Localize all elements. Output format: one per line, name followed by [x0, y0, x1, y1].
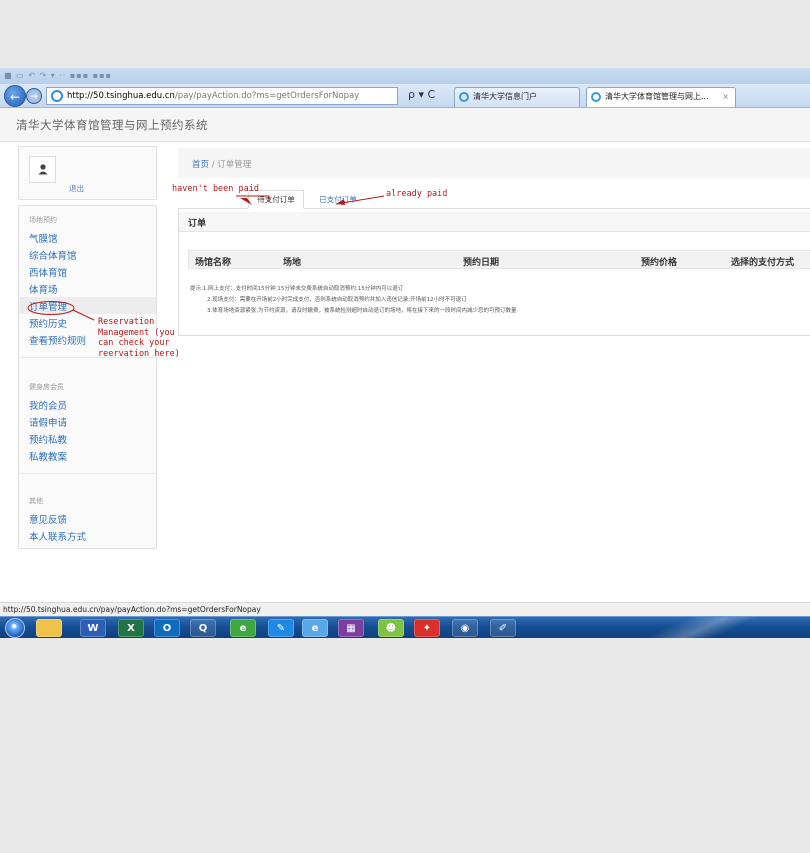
app-icon[interactable]: ▦: [338, 619, 364, 637]
breadcrumb-home-link[interactable]: 首页: [192, 160, 209, 170]
notice-line-2: 2.现场支付：需要在开场前2小时完成支付，否则系统自动取消预约并加入违信记录;开…: [207, 297, 467, 303]
forward-button[interactable]: →: [26, 88, 42, 104]
site-header: 清华大学体育馆管理与网上预约系统: [0, 108, 810, 142]
column-venue: 场馆名称: [195, 258, 232, 268]
folder-icon[interactable]: [36, 619, 62, 637]
ie-icon: [591, 92, 601, 102]
notice-line-1: 提示:1.网上支付：支付时间15分钟,15分钟未交费系统自动取消预约;15分钟内…: [190, 286, 404, 292]
screenshot: ■ ▭ ↶ ↷ ▾ ·· ▪▪▪ ▪▪▪ ← → http://50.tsing…: [0, 68, 810, 638]
orders-panel: 订单 场馆名称 场地 预约日期 预约价格 选择的支付方式 提示:1.网上支付：支…: [178, 208, 810, 336]
address-bar[interactable]: http://50.tsinghua.edu.cn/pay/payAction.…: [46, 87, 398, 105]
column-date: 预约日期: [463, 258, 500, 268]
tab-label: 清华大学体育馆管理与网上...: [605, 92, 709, 101]
quick-access-toolbar: ■ ▭ ↶ ↷ ▾ ·· ▪▪▪ ▪▪▪: [4, 71, 112, 80]
divider: [19, 473, 156, 474]
column-price: 预约价格: [641, 258, 678, 268]
menu-heading: 场地预约: [29, 216, 57, 224]
sidebar-item-stadium[interactable]: 体育场: [29, 282, 58, 296]
ie-icon[interactable]: e: [230, 619, 256, 637]
logout-link[interactable]: 退出: [69, 183, 84, 194]
panel-title: 订单: [188, 219, 207, 229]
url-path: /pay/payAction.do?ms=getOrdersForNopay: [174, 91, 360, 101]
paint-icon[interactable]: ✐: [490, 619, 516, 637]
ie-icon: [459, 92, 469, 102]
app-icon[interactable]: ◉: [452, 619, 478, 637]
sidebar-item-my-membership[interactable]: 我的会员: [29, 398, 67, 412]
browser-tab-active[interactable]: 清华大学体育馆管理与网上... ×: [586, 87, 736, 107]
taskbar-sheen: [600, 617, 810, 638]
column-court: 场地: [283, 258, 302, 268]
sidebar-item-trainer-plans[interactable]: 私教教案: [29, 449, 67, 463]
menu-heading: 其他: [29, 497, 43, 505]
app-icon[interactable]: ✎: [268, 619, 294, 637]
ie-icon: [51, 90, 63, 102]
wechat-icon[interactable]: ☻: [378, 619, 404, 637]
windows-taskbar: W X O Q e ✎ e ▦ ☻ ✦ ◉ ✐: [0, 616, 810, 638]
tab-paid-orders[interactable]: 已支付订单: [310, 192, 366, 208]
window-titlebar: ■ ▭ ↶ ↷ ▾ ·· ▪▪▪ ▪▪▪: [0, 68, 810, 84]
tab-label: 清华大学信息门户: [473, 92, 537, 101]
start-orb[interactable]: [5, 618, 25, 638]
sidebar-item-feedback[interactable]: 意见反馈: [29, 512, 67, 526]
browser-tab-portal[interactable]: 清华大学信息门户: [454, 87, 580, 107]
search-refresh-buttons[interactable]: ρ ▾ C: [408, 88, 435, 101]
sidebar-item-leave-request[interactable]: 请假申请: [29, 415, 67, 429]
outlook-icon[interactable]: O: [154, 619, 180, 637]
status-bar: http://50.tsinghua.edu.cn/pay/payAction.…: [0, 602, 810, 616]
user-card: 退出: [18, 146, 157, 200]
column-payment-method: 选择的支付方式: [731, 258, 795, 268]
sidebar-item-air-dome[interactable]: 气膜馆: [29, 231, 58, 245]
user-icon: [29, 156, 56, 183]
sidebar-item-contact-info[interactable]: 本人联系方式: [29, 529, 86, 543]
sidebar-menu: 场地预约 气膜馆 综合体育馆 西体育馆 体育场 订单管理 预约历史 查看预约规则…: [18, 205, 157, 549]
address-toolbar: ← → http://50.tsinghua.edu.cn/pay/payAct…: [0, 84, 810, 108]
breadcrumb-separator: /: [211, 160, 215, 170]
panel-title-bar: 订单: [179, 212, 810, 232]
back-button[interactable]: ←: [4, 85, 26, 107]
pdf-icon[interactable]: ✦: [414, 619, 440, 637]
annotation-unpaid: haven't been paid: [172, 184, 259, 194]
breadcrumb: 首页 / 订单管理: [192, 158, 251, 170]
breadcrumb-current: 订单管理: [217, 160, 252, 170]
excel-icon[interactable]: X: [118, 619, 144, 637]
sidebar-item-west-gym[interactable]: 西体育馆: [29, 265, 67, 279]
annotation-paid: already paid: [386, 189, 448, 199]
sidebar-item-order-management[interactable]: 订单管理: [29, 299, 67, 313]
notice-line-3: 3.体育场地资源紧张,为节约资源，请及时缴费，被系统检测超时自动退订的场地，将在…: [207, 308, 517, 314]
sidebar-item-reservation-rules[interactable]: 查看预约规则: [29, 333, 86, 347]
sidebar-item-book-trainer[interactable]: 预约私教: [29, 432, 67, 446]
url-host: http://50.tsinghua.edu.cn: [67, 91, 175, 101]
word-icon[interactable]: W: [80, 619, 106, 637]
menu-heading: 健身房会员: [29, 383, 64, 391]
close-icon[interactable]: ×: [722, 88, 729, 106]
annotation-reservation: Reservation Management (you can check yo…: [98, 317, 180, 359]
sidebar-item-reservation-history[interactable]: 预约历史: [29, 316, 67, 330]
sidebar-item-comprehensive-gym[interactable]: 综合体育馆: [29, 248, 77, 262]
ie-icon[interactable]: e: [302, 619, 328, 637]
breadcrumb-bar: 首页 / 订单管理: [178, 148, 810, 178]
qq-icon[interactable]: Q: [190, 619, 216, 637]
site-title: 清华大学体育馆管理与网上预约系统: [16, 118, 208, 132]
orders-table-header: 场馆名称 场地 预约日期 预约价格 选择的支付方式: [188, 250, 810, 269]
